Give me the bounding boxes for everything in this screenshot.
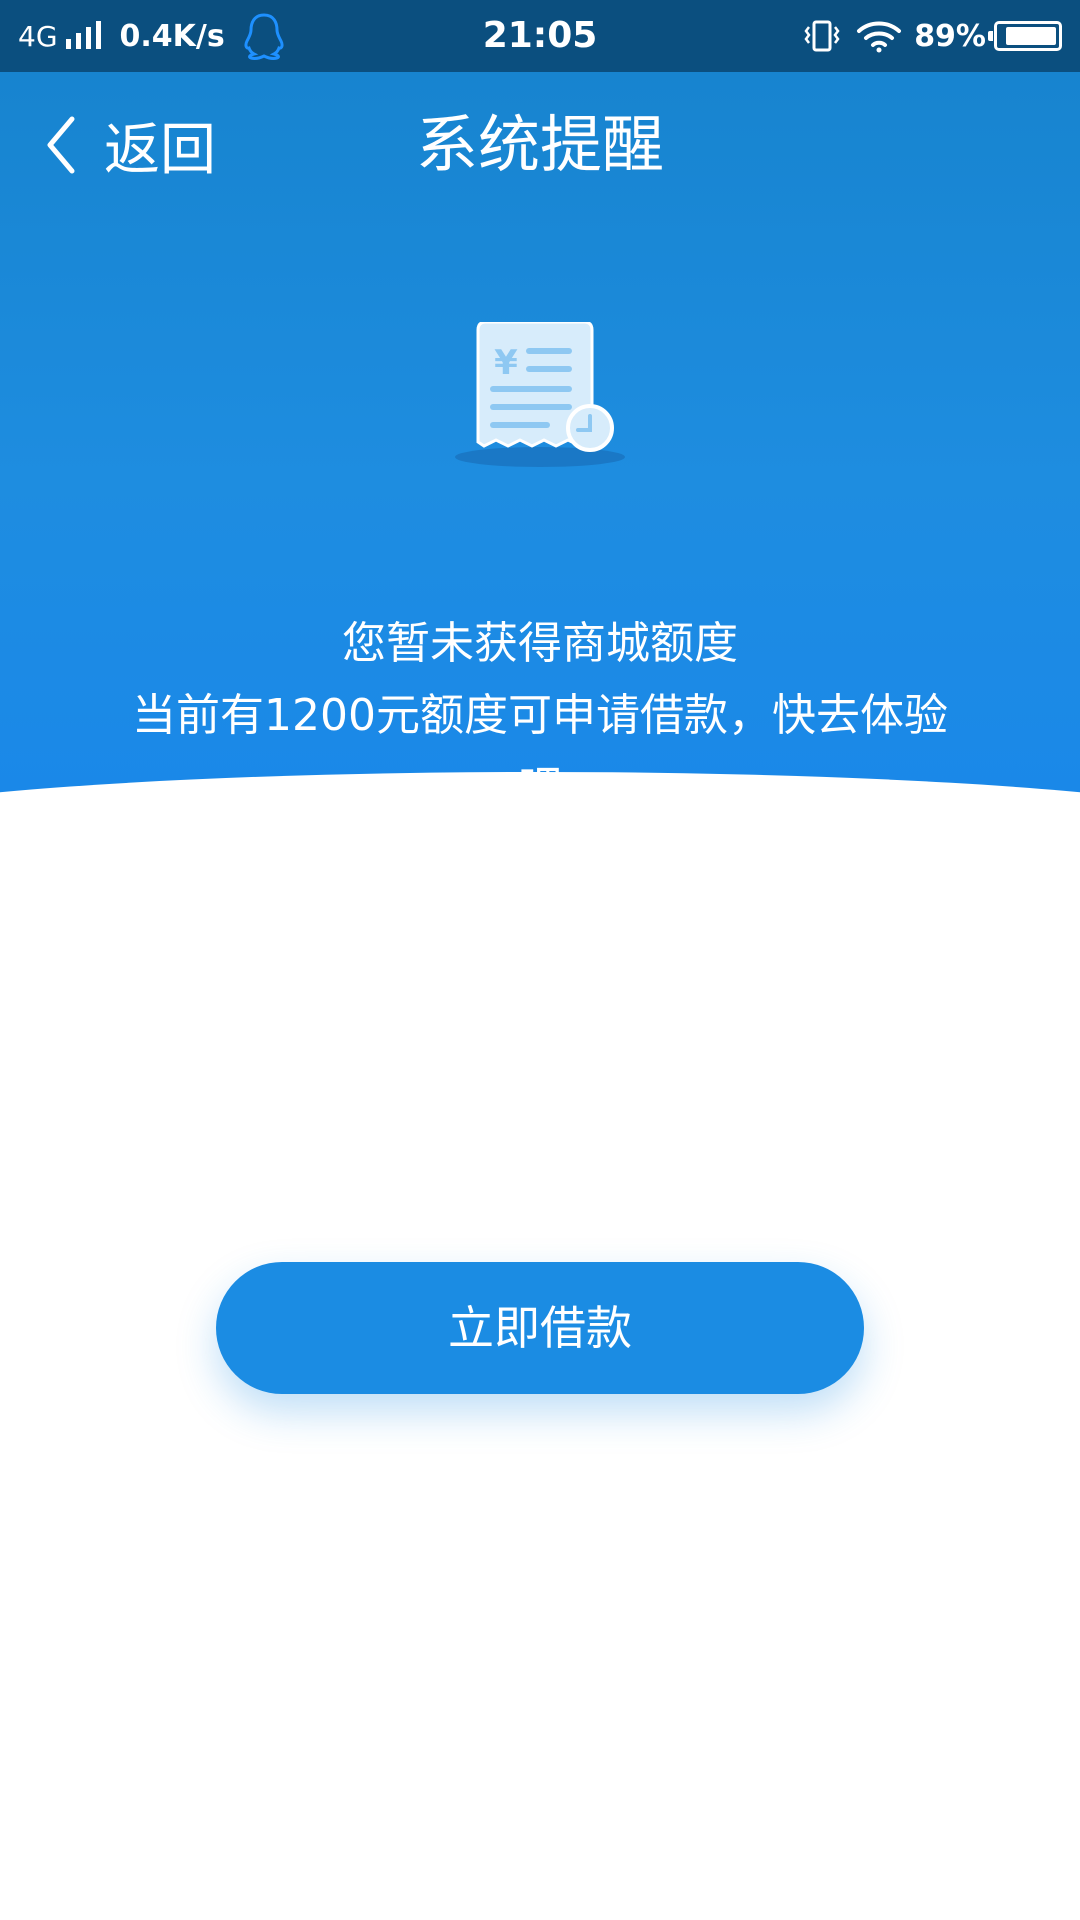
status-right: 89% [802, 0, 1062, 72]
svg-text:¥: ¥ [494, 343, 518, 383]
hero-banner: 返回 系统提醒 ¥ 您暂未获得商城额度 当前有1200元额度可申请借款，快去体验… [0, 72, 1080, 812]
battery-percent: 89% [914, 18, 986, 54]
receipt-clock-icon: ¥ [455, 322, 625, 467]
battery-nub [988, 31, 993, 41]
battery-fill [1006, 27, 1056, 45]
borrow-now-button[interactable]: 立即借款 [216, 1262, 864, 1394]
status-bar: 4G 0.4K/s 21:05 89% [0, 0, 1080, 72]
battery-icon [988, 21, 1062, 51]
wifi-icon [857, 21, 902, 53]
message-line-1: 您暂未获得商城额度 [342, 618, 738, 669]
vibrate-icon [804, 20, 840, 52]
page-title: 系统提醒 [415, 108, 664, 181]
